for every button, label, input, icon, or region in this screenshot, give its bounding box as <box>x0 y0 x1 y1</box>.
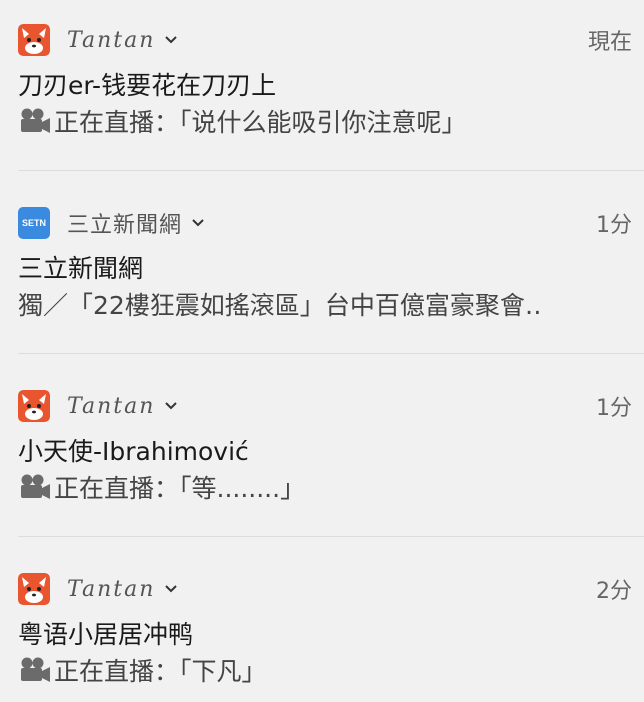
notification-time: 2分 <box>596 579 632 604</box>
notification-list: Tantan 現在 刀刃er-钱要花在刀刃上 正在直播：「说什么能吸引你注意呢」… <box>0 0 644 702</box>
notification-body-text: 正在直播：「下凡」 <box>54 657 267 686</box>
notification-body: 正在直播：「说什么能吸引你注意呢」 <box>18 103 618 139</box>
tantan-fox-icon <box>18 390 50 422</box>
notification-header: Tantan 1分 <box>18 389 632 423</box>
notification-title: 小天使-Ibrahimović <box>18 437 249 466</box>
notification-card[interactable]: Tantan 2分 粤语小居居冲鸭 正在直播：「下凡」 <box>0 549 644 702</box>
notification-title: 刀刃er-钱要花在刀刃上 <box>18 71 277 100</box>
notification-title: 粤语小居居冲鸭 <box>18 620 194 649</box>
notification-time: 1分 <box>596 213 632 238</box>
notification-body-text: 正在直播：「等........」 <box>54 474 306 503</box>
setn-logo-icon: SETN <box>18 207 50 239</box>
notification-time: 現在 <box>587 30 632 55</box>
notification-body-text: 獨／「22樓狂震如搖滾區」台中百億富豪聚會‥ <box>18 291 542 320</box>
notification-card[interactable]: SETN 三立新聞網 1分 三立新聞網 獨／「22樓狂震如搖滾區」台中百億富豪聚… <box>0 183 644 366</box>
chevron-down-icon[interactable] <box>190 215 206 231</box>
app-name: Tantan <box>67 576 156 602</box>
notification-body: 正在直播：「等........」 <box>18 469 618 505</box>
video-camera-icon <box>21 108 50 133</box>
app-name: 三立新聞網 <box>67 213 183 238</box>
chevron-down-icon[interactable] <box>163 398 179 414</box>
divider <box>18 536 644 537</box>
video-camera-icon <box>21 474 50 499</box>
divider <box>18 353 644 354</box>
notification-body: 正在直播：「下凡」 <box>18 652 618 688</box>
chevron-down-icon[interactable] <box>163 32 179 48</box>
notification-body: 獨／「22樓狂震如搖滾區」台中百億富豪聚會‥ <box>18 286 618 322</box>
divider <box>18 170 644 171</box>
notification-card[interactable]: Tantan 1分 小天使-Ibrahimović 正在直播：「等.......… <box>0 366 644 549</box>
tantan-fox-icon <box>18 24 50 56</box>
notification-time: 1分 <box>596 396 632 421</box>
notification-body-text: 正在直播：「说什么能吸引你注意呢」 <box>54 108 467 137</box>
app-name: Tantan <box>67 27 156 53</box>
app-name: Tantan <box>67 393 156 419</box>
video-camera-icon <box>21 657 50 682</box>
notification-header: Tantan 現在 <box>18 23 632 57</box>
notification-card[interactable]: Tantan 現在 刀刃er-钱要花在刀刃上 正在直播：「说什么能吸引你注意呢」 <box>0 0 644 183</box>
notification-header: SETN 三立新聞網 1分 <box>18 206 632 240</box>
notification-header: Tantan 2分 <box>18 572 632 606</box>
chevron-down-icon[interactable] <box>163 581 179 597</box>
notification-title: 三立新聞網 <box>18 254 144 283</box>
tantan-fox-icon <box>18 573 50 605</box>
